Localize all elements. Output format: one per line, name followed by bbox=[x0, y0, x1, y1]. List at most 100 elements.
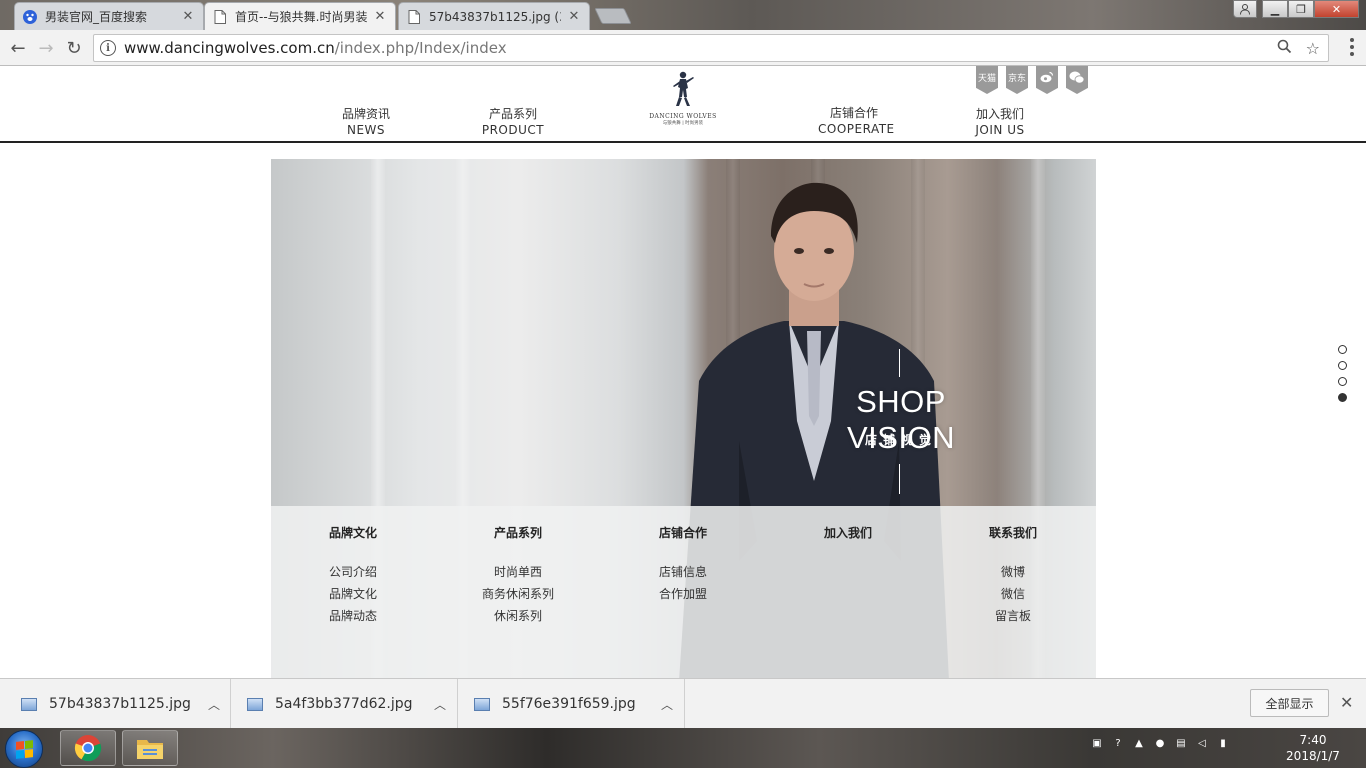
taskbar-chrome[interactable] bbox=[60, 730, 116, 766]
footer-link-suits[interactable]: 时尚单西 bbox=[463, 561, 573, 583]
brand-logo[interactable]: DANCING WOLVES 与狼共舞 | 时尚男装 bbox=[648, 70, 718, 126]
weibo-icon[interactable] bbox=[1036, 66, 1058, 94]
clock-time: 7:40 bbox=[1299, 733, 1327, 747]
footer-col-products: 产品系列 时尚单西 商务休闲系列 休闲系列 bbox=[463, 524, 573, 627]
bookmark-star-icon[interactable]: ☆ bbox=[1306, 39, 1320, 58]
tab-home-page[interactable]: 首页--与狼共舞.时尚男装 ✕ bbox=[204, 2, 396, 30]
clock-date: 2018/1/7 bbox=[1286, 749, 1340, 763]
footer-heading[interactable]: 加入我们 bbox=[793, 524, 903, 544]
tab-close-icon[interactable]: ✕ bbox=[373, 9, 387, 24]
download-item[interactable]: 57b43837b1125.jpg ︿ bbox=[0, 679, 231, 729]
url-path: /index.php/Index/index bbox=[334, 39, 507, 57]
reload-icon[interactable]: ↻ bbox=[62, 36, 86, 60]
nav-item-join-us[interactable]: 加入我们 JOIN US bbox=[968, 106, 1032, 138]
footer-col-contact: 联系我们 微博 微信 留言板 bbox=[958, 524, 1068, 627]
show-all-downloads-button[interactable]: 全部显示 bbox=[1250, 689, 1329, 717]
browser-tab-strip: 男装官网_百度搜索 ✕ 首页--与狼共舞.时尚男装 ✕ 57b43837b112… bbox=[0, 0, 1366, 30]
footer-link-casual[interactable]: 休闲系列 bbox=[463, 605, 573, 627]
chevron-up-icon[interactable]: ︿ bbox=[652, 696, 682, 713]
nav-label-zh: 产品系列 bbox=[488, 107, 537, 121]
footer-link-brand-news[interactable]: 品牌动态 bbox=[298, 605, 408, 627]
footer-link-franchise[interactable]: 合作加盟 bbox=[628, 583, 738, 605]
page-icon bbox=[407, 9, 421, 24]
download-filename: 5a4f3bb377d62.jpg bbox=[275, 696, 413, 712]
start-button[interactable] bbox=[5, 730, 43, 768]
footer-col-join: 加入我们 bbox=[793, 524, 903, 544]
restore-button[interactable]: ❐ bbox=[1288, 0, 1314, 18]
nav-item-product[interactable]: 产品系列 PRODUCT bbox=[480, 106, 546, 138]
footer-link-business-casual[interactable]: 商务休闲系列 bbox=[463, 583, 573, 605]
system-tray: ▣ ? ▲ ● ▤ ◁ ▮ bbox=[1090, 736, 1230, 750]
device-icon[interactable]: ▤ bbox=[1174, 736, 1188, 750]
chevron-up-icon[interactable]: ︿ bbox=[425, 696, 455, 713]
qq-icon[interactable]: ● bbox=[1153, 736, 1167, 750]
taskbar-explorer[interactable] bbox=[122, 730, 178, 766]
footer-link-weibo[interactable]: 微博 bbox=[958, 561, 1068, 583]
tab-image-file[interactable]: 57b43837b1125.jpg (3 ✕ bbox=[398, 2, 590, 30]
decor-line bbox=[899, 349, 900, 377]
download-filename: 55f76e391f659.jpg bbox=[502, 696, 636, 712]
network-signal-icon[interactable]: ▮ bbox=[1216, 736, 1230, 750]
tab-close-icon[interactable]: ✕ bbox=[567, 9, 581, 24]
download-item[interactable]: 5a4f3bb377d62.jpg ︿ bbox=[231, 679, 458, 729]
nav-label-en: COOPERATE bbox=[818, 122, 895, 136]
zoom-search-icon[interactable] bbox=[1277, 39, 1292, 58]
dancing-wolf-figure-icon bbox=[673, 71, 694, 106]
nav-item-cooperate[interactable]: 店铺合作 COOPERATE bbox=[818, 105, 895, 137]
nav-label-en: JOIN US bbox=[975, 123, 1025, 137]
window-controls: ▁ ❐ ✕ bbox=[1233, 0, 1359, 18]
slide-dot[interactable] bbox=[1338, 377, 1347, 386]
tmall-link[interactable]: 天猫 bbox=[976, 66, 998, 94]
page-icon bbox=[213, 9, 227, 24]
screen-icon[interactable]: ▣ bbox=[1090, 736, 1104, 750]
folder-icon bbox=[137, 740, 163, 759]
footer-link-brand-culture[interactable]: 品牌文化 bbox=[298, 583, 408, 605]
forward-arrow-icon[interactable]: → bbox=[34, 36, 58, 60]
windows-taskbar: ▣ ? ▲ ● ▤ ◁ ▮ 7:40 2018/1/7 bbox=[0, 728, 1366, 768]
tray-expand-icon[interactable]: ▲ bbox=[1132, 736, 1146, 750]
address-bar[interactable]: i www.dancingwolves.com.cn/index.php/Ind… bbox=[93, 34, 1329, 62]
slide-pagination bbox=[1338, 345, 1347, 402]
close-icon[interactable]: ✕ bbox=[1340, 693, 1353, 712]
image-file-icon bbox=[247, 697, 263, 711]
tab-baidu-search[interactable]: 男装官网_百度搜索 ✕ bbox=[14, 2, 204, 30]
nav-item-news[interactable]: 品牌资讯 NEWS bbox=[334, 106, 398, 138]
minimize-button[interactable]: ▁ bbox=[1262, 0, 1288, 18]
tab-title: 男装官网_百度搜索 bbox=[45, 10, 148, 24]
footer-link-company-intro[interactable]: 公司介绍 bbox=[298, 561, 408, 583]
site-info-icon[interactable]: i bbox=[100, 40, 116, 56]
footer-heading: 品牌文化 bbox=[328, 526, 377, 540]
back-arrow-icon[interactable]: ← bbox=[6, 36, 30, 60]
close-window-button[interactable]: ✕ bbox=[1314, 0, 1359, 18]
new-tab-button[interactable] bbox=[594, 8, 632, 24]
help-icon[interactable]: ? bbox=[1111, 736, 1125, 750]
jd-link[interactable]: 京东 bbox=[1006, 66, 1028, 94]
tab-close-icon[interactable]: ✕ bbox=[181, 9, 195, 24]
footer-link-wechat[interactable]: 微信 bbox=[958, 583, 1068, 605]
download-filename: 57b43837b1125.jpg bbox=[49, 696, 191, 712]
hero-subtitle: 店铺视觉 bbox=[864, 433, 937, 447]
footer-link-message-board[interactable]: 留言板 bbox=[958, 605, 1068, 627]
volume-muted-icon[interactable]: ◁ bbox=[1195, 736, 1209, 750]
slide-dot[interactable] bbox=[1338, 361, 1347, 370]
wechat-icon[interactable] bbox=[1066, 66, 1088, 94]
taskbar-clock[interactable]: 7:40 2018/1/7 bbox=[1282, 732, 1344, 764]
footer-link-store-info[interactable]: 店铺信息 bbox=[628, 561, 738, 583]
hero-banner[interactable]: SHOP VISION 店铺视觉 品牌文化 公司介绍 品牌文化 品牌动态 产品系… bbox=[271, 159, 1096, 678]
chrome-menu-icon[interactable] bbox=[1350, 38, 1354, 56]
nav-label-en: PRODUCT bbox=[481, 123, 545, 137]
user-profile-icon[interactable] bbox=[1233, 0, 1257, 18]
brand-name-cn: 与狼共舞 | 时尚男装 bbox=[662, 121, 704, 126]
chevron-up-icon[interactable]: ︿ bbox=[199, 696, 229, 713]
download-shelf: 57b43837b1125.jpg ︿ 5a4f3bb377d62.jpg ︿ … bbox=[0, 678, 1366, 729]
slide-dot[interactable] bbox=[1338, 345, 1347, 354]
site-nav: 品牌资讯 NEWS 产品系列 PRODUCT DANCING WOLVES 与狼… bbox=[0, 66, 1366, 143]
image-file-icon bbox=[474, 697, 490, 711]
nav-label-zh: 店铺合作 bbox=[829, 106, 878, 120]
slide-dot-active[interactable] bbox=[1338, 393, 1347, 402]
footer-heading: 店铺合作 bbox=[658, 526, 707, 540]
download-item[interactable]: 55f76e391f659.jpg ︿ bbox=[458, 679, 685, 729]
decor-line bbox=[899, 464, 900, 494]
browser-toolbar: ← → ↻ i www.dancingwolves.com.cn/index.p… bbox=[0, 30, 1366, 66]
footer-col-stores: 店铺合作 店铺信息 合作加盟 bbox=[628, 524, 738, 605]
